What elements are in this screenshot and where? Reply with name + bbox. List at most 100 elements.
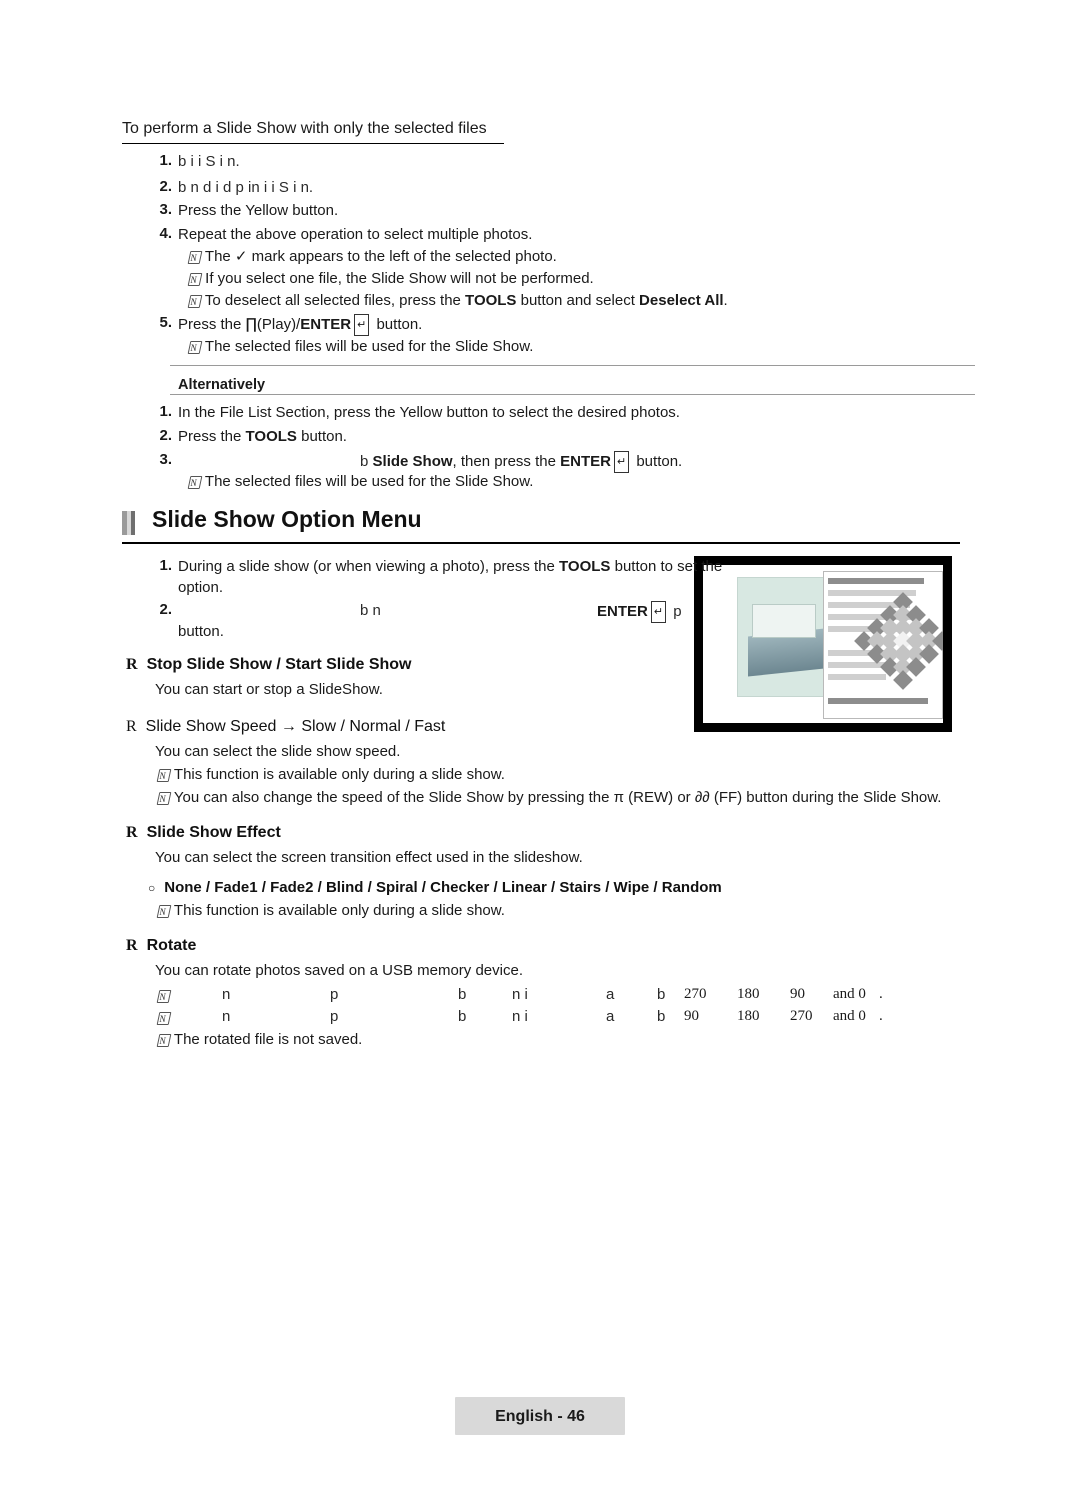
note-text: The selected files will be used for the …: [204, 473, 534, 490]
rotate-row-cell: a: [606, 986, 615, 1003]
option-title: Rotate: [146, 937, 197, 954]
rotate-degree: 90: [790, 986, 805, 1002]
note-pencil-icon: [188, 249, 201, 269]
heading-bar-icon: [122, 511, 135, 535]
option-heading-rotate: R Rotate: [126, 937, 196, 955]
step-text-part: b: [360, 453, 373, 470]
step-text: b i i S i n.: [178, 153, 240, 170]
tv-screen: [703, 565, 943, 723]
play-icon: ∏: [245, 315, 257, 333]
tools-label: TOOLS: [465, 292, 517, 309]
note-line: You can also change the speed of the Sli…: [157, 788, 941, 810]
note-text: This function is available only during a…: [173, 766, 505, 783]
enter-label: ENTER: [300, 316, 352, 333]
step-text: button.: [178, 623, 224, 640]
rotate-row-cell: p: [330, 1008, 339, 1025]
deselect-all-label: Deselect All: [639, 292, 724, 309]
circle-bullet-icon: ○: [148, 881, 156, 895]
note-text: The ✓ mark appears to the left of the se…: [204, 248, 557, 265]
osd-text-line: [828, 578, 924, 584]
option-heading-speed: R Slide Show Speed → Slow / Normal / Fast: [126, 718, 445, 736]
step-text-part: button.: [296, 428, 347, 445]
note-pencil-icon: [157, 903, 170, 923]
note-pencil-icon: [157, 790, 170, 810]
r-bullet-icon: R: [126, 824, 138, 841]
rotate-row-cell: b: [458, 1008, 467, 1025]
effect-values-text: None / Fade1 / Fade2 / Blind / Spiral / …: [164, 879, 722, 896]
step-text: option.: [178, 579, 224, 596]
step-text: b n: [360, 602, 381, 619]
rotate-degree: 180: [737, 986, 760, 1002]
option-title: Slide Show Speed → Slow / Normal / Fast: [145, 718, 446, 735]
section-title: To perform a Slide Show with only the se…: [122, 120, 504, 144]
step-number: 2.: [159, 427, 172, 444]
step-number: 1.: [159, 557, 172, 574]
note-pencil-icon: [157, 767, 170, 787]
step-text: Press the Yellow button.: [178, 202, 339, 219]
step-text: Press the ∏(Play)/ENTER ↵ button.: [178, 314, 422, 336]
manual-page: To perform a Slide Show with only the se…: [0, 0, 1080, 1488]
note-pencil-icon: [157, 988, 170, 1008]
heading-rule: [122, 542, 960, 544]
rotate-row-cell: p: [330, 986, 339, 1003]
slide-show-label: Slide Show: [372, 453, 453, 470]
rotate-row-cell: b: [657, 1008, 666, 1025]
option-body: You can rotate photos saved on a USB mem…: [155, 962, 523, 979]
rotate-degree: and 0: [833, 1008, 866, 1024]
option-body: You can select the screen transition eff…: [155, 849, 583, 866]
rotate-degree: 270: [684, 986, 707, 1002]
step-text-part: button.: [632, 453, 683, 470]
step-text: Press the TOOLS button.: [178, 427, 347, 447]
note-line: This function is available only during a…: [157, 901, 505, 923]
option-title: Stop Slide Show / Start Slide Show: [146, 656, 412, 673]
enter-key-icon: ↵: [613, 451, 630, 473]
enter-key-icon: ↵: [354, 314, 370, 336]
note-line: The selected files will be used for the …: [188, 472, 534, 494]
r-bullet-icon: R: [126, 937, 138, 954]
note-line: This function is available only during a…: [157, 765, 505, 787]
rotate-row-cell: .: [879, 1008, 883, 1024]
rotate-degree: 270: [790, 1008, 813, 1024]
rotate-row-cell: n: [222, 986, 231, 1003]
note-pencil-icon: [188, 293, 201, 313]
note-pencil-icon: [157, 1032, 170, 1052]
note-pencil-icon: [188, 271, 201, 291]
enter-label: ENTER: [597, 603, 648, 620]
osd-menu: [823, 571, 943, 719]
r-bullet-icon: R: [126, 718, 137, 735]
option-heading-stop-start: R Stop Slide Show / Start Slide Show: [126, 656, 411, 674]
step-number: 4.: [159, 225, 172, 242]
note-text: The rotated file is not saved.: [173, 1031, 363, 1048]
step-number: 1.: [159, 152, 172, 169]
tools-label: TOOLS: [559, 558, 611, 575]
r-bullet-icon: R: [126, 656, 138, 673]
diamond-mosaic-graphic: [854, 592, 943, 699]
option-body: You can select the slide show speed.: [155, 743, 401, 760]
page-number: English - 46: [495, 1408, 585, 1425]
page-title: Slide Show Option Menu: [152, 506, 422, 532]
step-number: 1.: [159, 403, 172, 420]
note-text: The selected files will be used for the …: [204, 338, 534, 355]
step-number: 2.: [159, 601, 172, 618]
note-line: To deselect all selected files, press th…: [188, 291, 727, 313]
note-text: This function is available only during a…: [173, 902, 505, 919]
step-text: b Slide Show, then press the ENTER ↵ butt…: [360, 451, 682, 473]
note-line: [157, 1008, 170, 1030]
option-body: You can start or stop a SlideShow.: [155, 681, 383, 698]
enter-label: ENTER: [560, 453, 611, 470]
rotate-row-cell: b: [657, 986, 666, 1003]
rotate-row-cell: a: [606, 1008, 615, 1025]
rotate-row-cell: n i: [512, 986, 528, 1003]
note-text: If you select one file, the Slide Show w…: [205, 270, 594, 287]
alternatively-label: Alternatively: [178, 377, 266, 393]
rotate-degree: 90: [684, 1008, 699, 1024]
step-text: Repeat the above operation to select mul…: [178, 226, 533, 243]
note-pencil-icon: [157, 1010, 170, 1030]
step-number: 5.: [159, 314, 172, 331]
step-text-part: Press the: [178, 316, 246, 333]
tv-screenshot: [694, 556, 952, 732]
note-line: The ✓ mark appears to the left of the se…: [188, 247, 557, 269]
rotate-row-cell: n i: [512, 1008, 528, 1025]
note-line: [157, 986, 170, 1008]
rotate-degree: and 0: [833, 986, 866, 1002]
